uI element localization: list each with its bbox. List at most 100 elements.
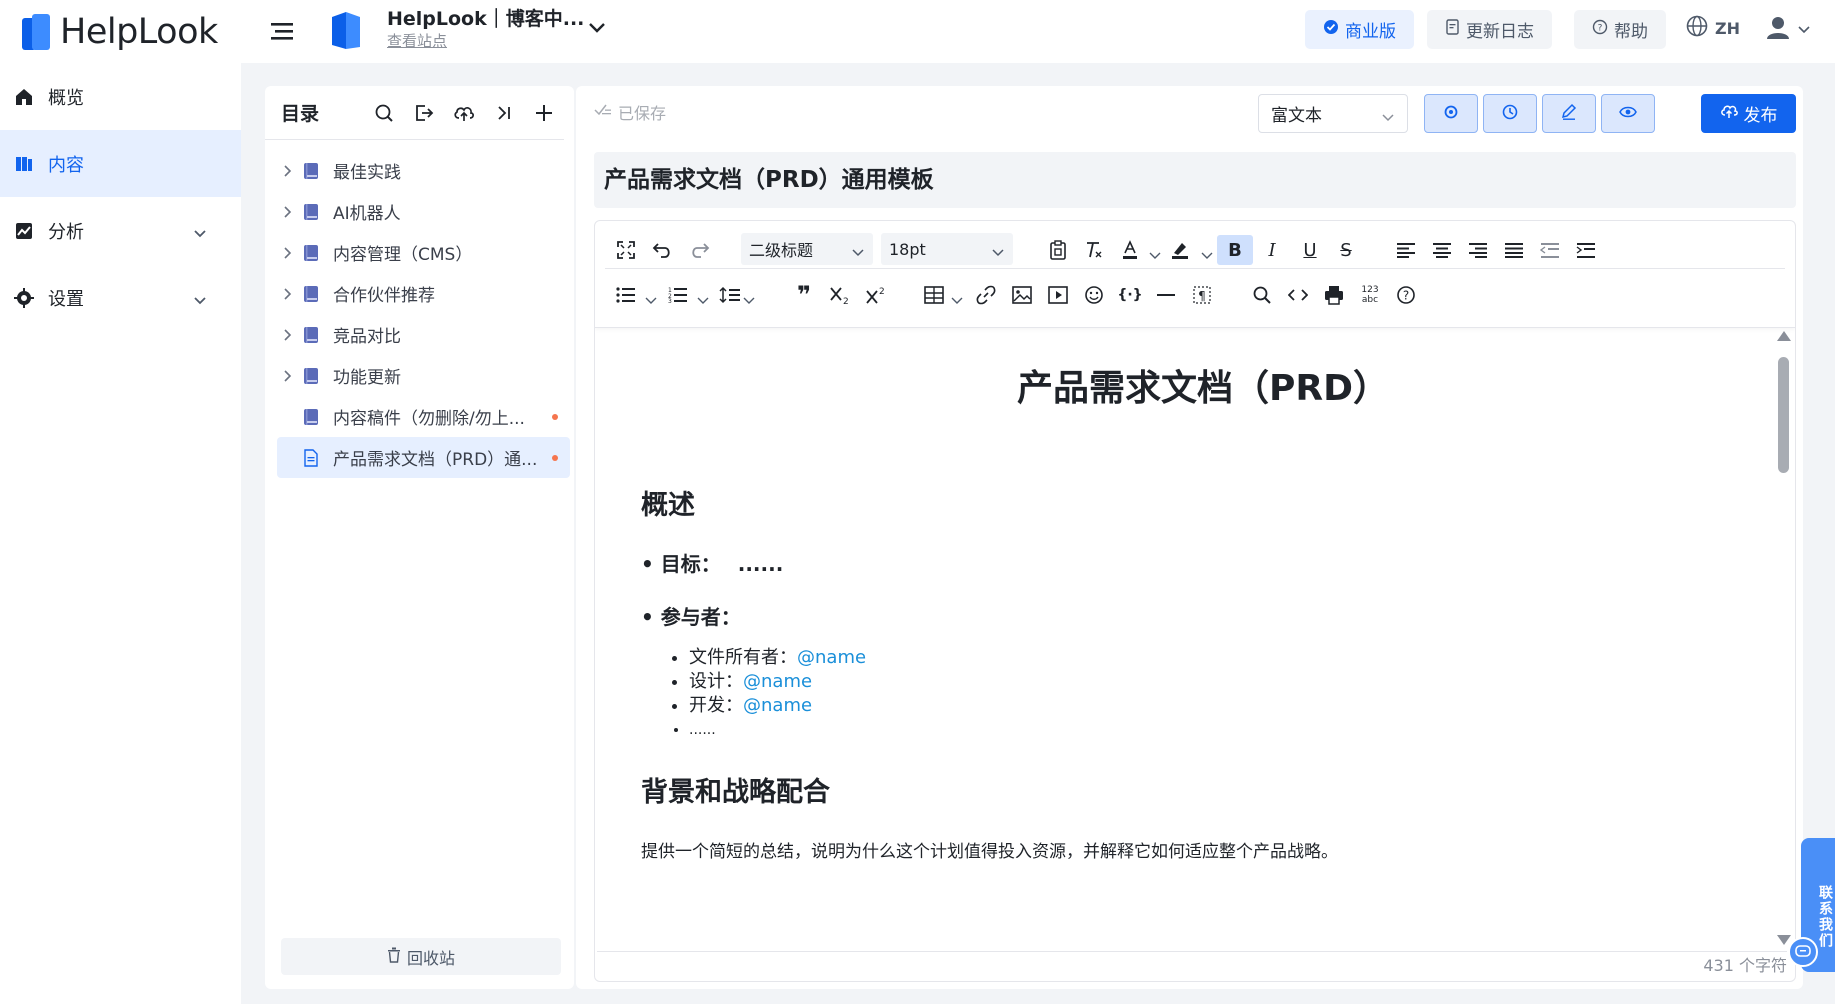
source-code-icon[interactable] [1283,280,1313,310]
tree-item[interactable]: 最佳实践 [277,150,570,191]
participants-line: • 参与者： [641,605,741,629]
edit-button[interactable] [1542,94,1596,133]
chevron-down-icon[interactable] [193,290,207,311]
site-switch-chevron-icon[interactable] [587,20,607,39]
tree-item[interactable]: 内容管理（CMS） [277,232,570,273]
changelog-button[interactable]: 更新日志 [1427,10,1552,49]
svg-text:2: 2 [843,297,849,305]
add-icon[interactable] [533,102,555,124]
bold-icon[interactable]: B [1217,235,1253,265]
show-blocks-icon[interactable]: ¶ [1187,280,1217,310]
menu-toggle-icon[interactable] [269,18,295,44]
scroll-up-arrow-icon[interactable] [1777,331,1791,341]
pencil-icon [1560,103,1578,125]
nav-item-content[interactable]: 内容 [0,130,241,197]
pro-edition-button[interactable]: 商业版 [1305,10,1414,49]
highlight-color-icon[interactable] [1165,235,1195,265]
indent-icon[interactable] [1571,235,1601,265]
nav-item-overview[interactable]: 概览 [0,63,241,130]
nav-item-analytics[interactable]: 分析 [0,197,241,264]
numbered-list-icon[interactable]: 123 [663,280,693,310]
tree-item[interactable]: 竞品对比 [277,314,570,355]
scroll-down-arrow-icon[interactable] [1777,935,1791,945]
italic-icon[interactable]: I [1257,235,1287,265]
video-icon[interactable] [1043,280,1073,310]
view-site-link[interactable]: 查看站点 [387,30,447,51]
collapse-icon[interactable] [493,102,515,124]
history-button[interactable] [1483,94,1537,133]
chevron-down-icon[interactable] [193,223,207,244]
strikethrough-icon[interactable]: S [1331,235,1361,265]
chevron-right-icon[interactable] [277,287,299,301]
font-color-icon[interactable] [1115,235,1145,265]
align-right-icon[interactable] [1463,235,1493,265]
mention-link[interactable]: @name [743,695,812,716]
line-height-icon[interactable] [715,280,745,310]
undo-icon[interactable] [647,235,677,265]
tree-item[interactable]: 内容稿件（勿删除/勿上... [277,396,570,437]
underline-icon[interactable]: U [1295,235,1325,265]
document-content[interactable]: 产品需求文档（PRD） 概述 • 目标： ...... • 参与者： 文件所有者… [595,329,1765,951]
superscript-icon[interactable]: 2 [861,280,891,310]
chevron-down-icon[interactable] [743,290,755,309]
mention-link[interactable]: @name [743,671,812,692]
user-menu[interactable] [1765,14,1811,44]
print-icon[interactable] [1319,280,1349,310]
image-icon[interactable] [1007,280,1037,310]
table-icon[interactable] [919,280,949,310]
tree-item[interactable]: AI机器人 [277,191,570,232]
clear-format-icon[interactable] [1079,235,1109,265]
chevron-down-icon[interactable] [645,290,657,309]
chevron-right-icon[interactable] [277,164,299,178]
settings-button[interactable] [1424,94,1478,133]
scroll-thumb[interactable] [1778,357,1789,473]
chevron-down-icon[interactable] [1149,245,1161,264]
redo-icon[interactable] [685,235,715,265]
align-left-icon[interactable] [1391,235,1421,265]
chevron-down-icon[interactable] [1201,245,1213,264]
recycle-bin-button[interactable]: 回收站 [281,938,561,975]
help-button[interactable]: ? 帮助 [1574,10,1666,49]
export-icon[interactable] [413,102,435,124]
emoji-icon[interactable] [1079,280,1109,310]
chevron-right-icon[interactable] [277,246,299,260]
mention-link[interactable]: @name [797,647,866,668]
code-variable-icon[interactable]: {·} [1115,280,1145,310]
font-size-select[interactable]: 18pt [881,233,1013,265]
heading-style-select[interactable]: 二级标题 [741,233,873,265]
editor-scrollbar[interactable] [1777,329,1791,951]
preview-button[interactable] [1601,94,1655,133]
chevron-down-icon[interactable] [951,290,963,309]
chevron-right-icon[interactable] [277,369,299,383]
chevron-down-icon[interactable] [697,290,709,309]
nav-item-settings[interactable]: 设置 [0,264,241,331]
bullet-list-icon[interactable] [611,280,641,310]
horizontal-rule-icon[interactable] [1151,280,1181,310]
chat-bubble-icon[interactable] [1788,937,1818,967]
upload-cloud-icon[interactable] [453,102,475,124]
doc-heading-overview: 概述 [641,490,695,521]
help-icon[interactable]: ? [1391,280,1421,310]
align-justify-icon[interactable] [1499,235,1529,265]
search-replace-icon[interactable] [1247,280,1277,310]
chevron-right-icon[interactable] [277,205,299,219]
outdent-icon[interactable] [1535,235,1565,265]
blockquote-icon[interactable]: ❞ [789,280,819,310]
tree-item[interactable]: 功能更新 [277,355,570,396]
tree-item-active[interactable]: 产品需求文档（PRD）通... [277,437,570,478]
word-count-icon[interactable]: 123 abc [1355,280,1385,310]
document-title-input[interactable]: 产品需求文档（PRD）通用模板 [594,152,1796,208]
app-logo[interactable]: HelpLook [0,0,241,63]
search-icon[interactable] [373,102,395,124]
publish-button[interactable]: 发布 [1701,94,1796,133]
paste-icon[interactable] [1043,235,1073,265]
fullscreen-icon[interactable] [611,235,641,265]
tree-item[interactable]: 合作伙伴推荐 [277,273,570,314]
align-center-icon[interactable] [1427,235,1457,265]
editor-format-select[interactable]: 富文本 [1258,94,1408,133]
chevron-down-icon [1381,108,1395,128]
language-switch[interactable]: ZH [1685,14,1740,42]
chevron-right-icon[interactable] [277,328,299,342]
subscript-icon[interactable]: 2 [825,280,855,310]
link-icon[interactable] [971,280,1001,310]
